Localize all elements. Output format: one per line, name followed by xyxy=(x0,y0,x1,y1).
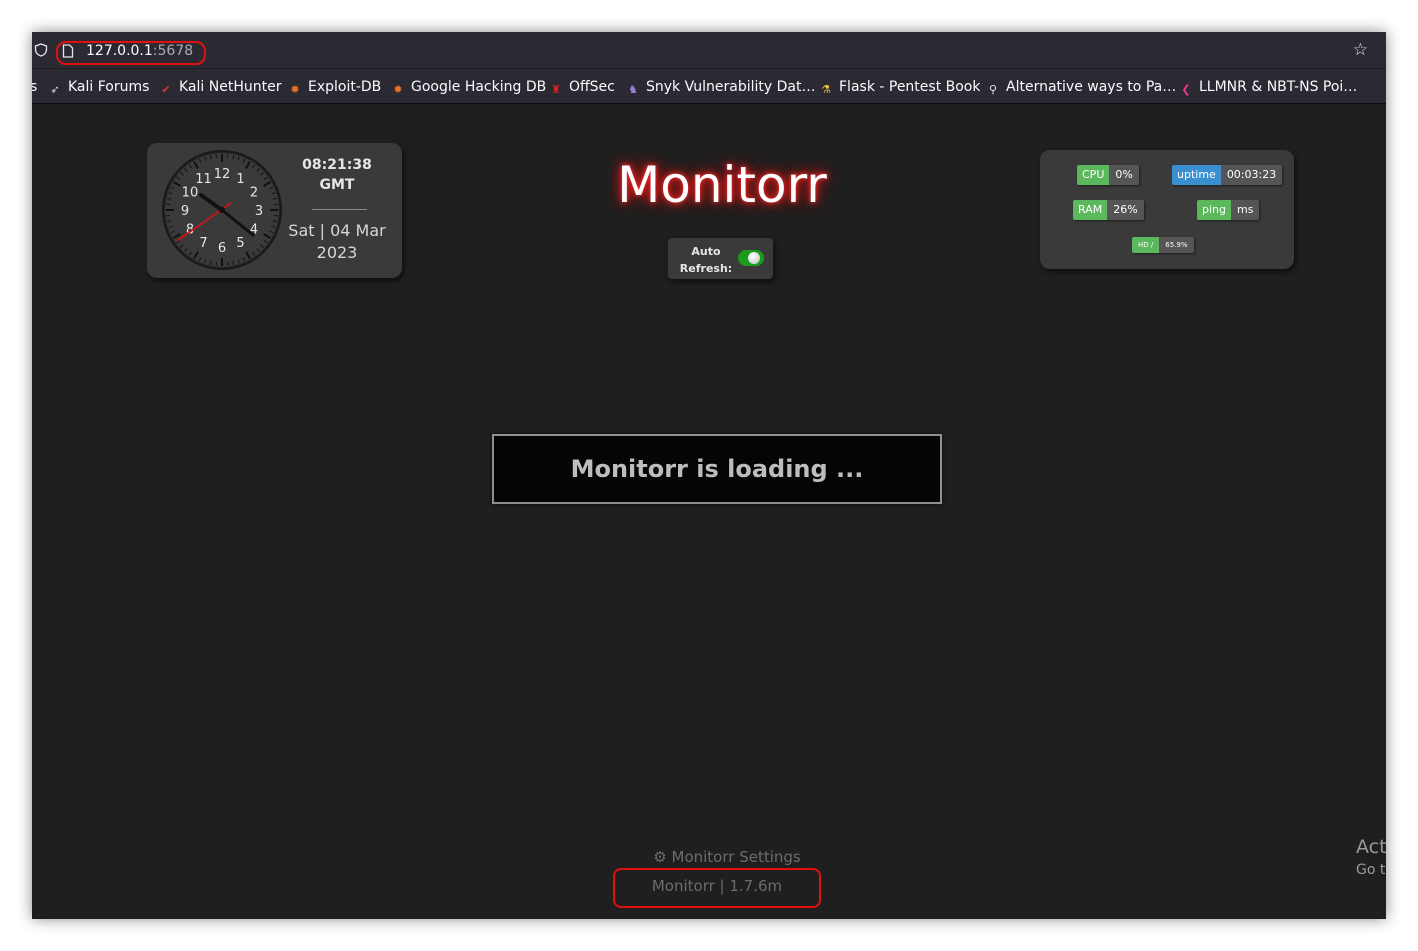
auto-refresh-label: Auto Refresh: xyxy=(676,243,736,277)
clock-date: Sat | 04 Mar 2023 xyxy=(287,220,387,264)
llmnr-icon: ❮ xyxy=(1181,83,1191,96)
monitorr-settings-link[interactable]: ⚙ Monitorr Settings xyxy=(32,848,1386,866)
bookmark-label: LLMNR & NBT-NS Poi… xyxy=(1199,79,1358,95)
uptime-value: 00:03:23 xyxy=(1220,165,1283,185)
ram-value: 26% xyxy=(1107,200,1144,220)
url-bar[interactable]: 127.0.0.1:5678 ☆ xyxy=(32,32,1386,68)
version-label: Monitorr | 1.7.6m xyxy=(651,877,783,895)
url-host: 127.0.0.1 xyxy=(86,43,153,59)
bookmark-icon: ⚲ xyxy=(988,83,998,96)
bookmark-item[interactable]: ✔ Kali NetHunter xyxy=(159,78,281,96)
url-text[interactable]: 127.0.0.1:5678 xyxy=(86,43,193,59)
settings-label: Monitorr Settings xyxy=(671,848,801,866)
clock-date-year: 2023 xyxy=(316,243,358,262)
flask-icon: ⚗ xyxy=(821,83,831,96)
system-stats-widget: CPU 0% uptime 00:03:23 RAM 26% ping ms HD /6… xyxy=(1040,150,1294,269)
bookmark-label: Alternative ways to Pa… xyxy=(1006,79,1177,95)
bookmarks-bar: s ➶ Kali Forums ✔ Kali NetHunter ✹ Exploit-… xyxy=(32,69,1386,104)
loading-message: Monitorr is loading ... xyxy=(492,434,942,504)
gear-icon: ⚙ xyxy=(653,848,667,866)
bookmark-item[interactable]: s xyxy=(32,78,37,96)
nethunter-icon: ✔ xyxy=(161,83,171,96)
bookmark-label: Google Hacking DB xyxy=(411,79,547,95)
clock-number: 5 xyxy=(236,236,244,251)
bookmark-item[interactable]: ⚗ Flask - Pentest Book xyxy=(819,78,980,96)
ping-value: ms xyxy=(1231,200,1260,220)
exploit-db-icon: ✹ xyxy=(290,83,300,96)
bookmark-label: Snyk Vulnerability Dat… xyxy=(646,79,816,95)
bookmark-item[interactable]: ⚲ Alternative ways to Pa… xyxy=(986,78,1176,96)
auto-refresh-label-line1: Auto xyxy=(691,245,721,258)
hd-label: HD / xyxy=(1132,237,1160,253)
page-icon xyxy=(62,44,74,58)
hd-value: 65.9% xyxy=(1159,237,1194,253)
snyk-icon: ♞ xyxy=(628,83,638,96)
cpu-label: CPU xyxy=(1077,165,1110,185)
bookmark-label: OffSec xyxy=(569,79,615,95)
bookmark-item[interactable]: ✹ Google Hacking DB xyxy=(391,78,546,96)
bookmark-label: Flask - Pentest Book xyxy=(839,79,981,95)
toggle-knob xyxy=(748,252,760,264)
bookmark-label: Kali NetHunter xyxy=(179,79,282,95)
activation-watermark-subtitle: Go t xyxy=(1356,862,1386,878)
cpu-value: 0% xyxy=(1109,165,1139,185)
bookmark-label: s xyxy=(32,79,38,95)
ping-label: ping xyxy=(1197,200,1231,220)
browser-window: 127.0.0.1:5678 ☆ s ➶ Kali Forums ✔ Kali Ne… xyxy=(32,32,1386,919)
ram-badge: RAM 26% xyxy=(1073,200,1144,220)
ping-badge: ping ms xyxy=(1197,200,1260,220)
clock-number: 7 xyxy=(199,236,207,251)
offsec-icon: ♜ xyxy=(551,83,561,96)
kali-dragon-icon: ➶ xyxy=(50,83,60,96)
ghdb-icon: ✹ xyxy=(393,83,403,96)
shield-icon[interactable] xyxy=(34,43,48,57)
auto-refresh-label-line2: Refresh: xyxy=(679,262,733,275)
bookmark-item[interactable]: ➶ Kali Forums xyxy=(48,78,149,96)
url-port: :5678 xyxy=(152,43,194,59)
bookmark-item[interactable]: ♞ Snyk Vulnerability Dat… xyxy=(626,78,815,96)
ram-label: RAM xyxy=(1073,200,1108,220)
bookmark-item[interactable]: ❮ LLMNR & NBT-NS Poi… xyxy=(1179,78,1357,96)
bookmark-item[interactable]: ♜ OffSec xyxy=(549,78,615,96)
bookmark-item[interactable]: ✹ Exploit-DB xyxy=(288,78,381,96)
hd-badge: HD /65.9% xyxy=(1132,237,1194,253)
bookmark-label: Kali Forums xyxy=(68,79,150,95)
clock-date-day: Sat | 04 Mar xyxy=(288,221,386,240)
cpu-badge: CPU 0% xyxy=(1077,165,1139,185)
bookmark-star-icon[interactable]: ☆ xyxy=(1353,42,1368,59)
auto-refresh-toggle[interactable] xyxy=(738,250,764,266)
auto-refresh-control: Auto Refresh: xyxy=(668,238,773,279)
bookmark-label: Exploit-DB xyxy=(308,79,382,95)
uptime-badge: uptime 00:03:23 xyxy=(1172,165,1283,185)
clock-number: 6 xyxy=(218,241,226,256)
activation-watermark-title: Act xyxy=(1356,836,1386,858)
uptime-label: uptime xyxy=(1172,165,1221,185)
